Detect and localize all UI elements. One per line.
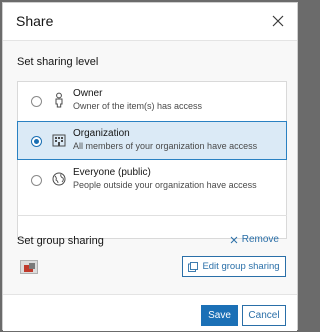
option-organization-title: Organization: [73, 128, 130, 139]
close-button[interactable]: [268, 11, 288, 31]
close-icon: [272, 15, 284, 27]
group-thumbnail-icon: [20, 260, 38, 274]
dialog-body: Set sharing level Owner Owner of the ite…: [3, 41, 297, 294]
sharing-level-label: Set sharing level: [17, 56, 99, 68]
radio-organization[interactable]: [31, 136, 42, 147]
dialog-footer: Save Cancel: [3, 294, 297, 331]
section-divider: [17, 215, 287, 216]
edit-group-sharing-button[interactable]: Edit group sharing: [182, 256, 286, 277]
dialog-title: Share: [16, 13, 54, 29]
remove-label: Remove: [241, 234, 279, 245]
option-owner-title: Owner: [73, 88, 103, 99]
owner-person-icon: [52, 92, 66, 108]
organization-building-icon: [52, 132, 66, 148]
remove-button[interactable]: Remove: [230, 234, 279, 245]
save-button[interactable]: Save: [201, 305, 238, 326]
option-organization[interactable]: Organization All members of your organiz…: [17, 121, 287, 160]
edit-group-icon: [188, 261, 199, 272]
group-sharing-label: Set group sharing: [17, 235, 104, 247]
option-owner-description: Owner of the item(s) has access: [73, 101, 203, 111]
radio-owner[interactable]: [31, 96, 42, 107]
option-owner[interactable]: Owner Owner of the item(s) has access: [18, 82, 286, 121]
option-organization-description: All members of your organization have ac…: [73, 141, 258, 151]
share-dialog: Share Set sharing level Owner Owner of t…: [2, 2, 298, 331]
dialog-header: Share: [3, 3, 297, 41]
cancel-button[interactable]: Cancel: [242, 305, 286, 326]
edit-group-sharing-label: Edit group sharing: [202, 261, 280, 272]
option-everyone[interactable]: Everyone (public) People outside your or…: [18, 161, 286, 200]
radio-everyone[interactable]: [31, 175, 42, 186]
option-everyone-description: People outside your organization have ac…: [73, 180, 257, 190]
option-everyone-title: Everyone (public): [73, 167, 151, 178]
remove-x-icon: [230, 236, 238, 243]
public-globe-icon: [52, 172, 66, 188]
